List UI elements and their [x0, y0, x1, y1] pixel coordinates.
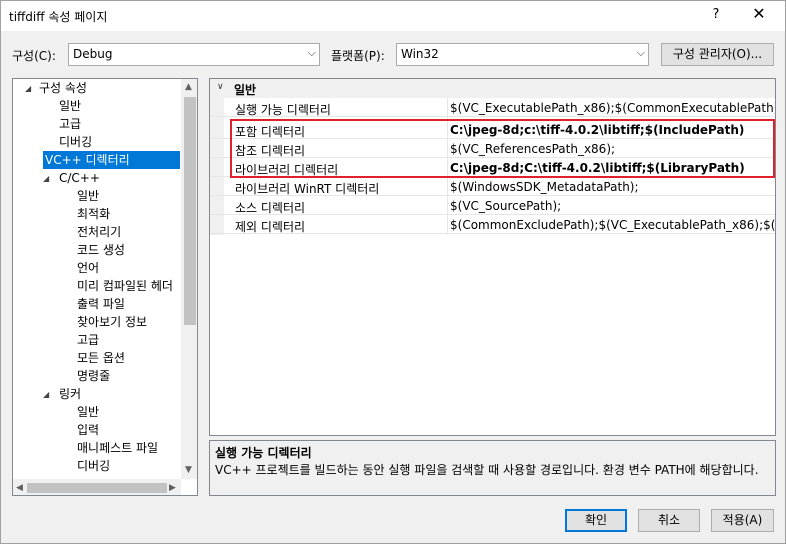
description-panel: 실행 가능 디렉터리 VC++ 프로젝트를 빌드하는 동안 실행 파일을 검색할…: [209, 440, 776, 496]
property-value[interactable]: $(VC_ExecutablePath_x86);$(CommonExecuta…: [450, 101, 775, 115]
collapse-triangle-icon[interactable]: ◢: [43, 174, 49, 183]
scroll-right-icon[interactable]: ▶: [169, 483, 176, 493]
tree-item-code-generation[interactable]: 코드 생성: [77, 241, 125, 259]
property-value[interactable]: $(WindowsSDK_MetadataPath);: [450, 180, 775, 194]
tree-item-browse-information[interactable]: 찾아보기 정보: [77, 313, 147, 331]
tree-item-linker-general[interactable]: 일반: [77, 403, 99, 421]
window-title: tiffdiff 속성 페이지: [9, 10, 108, 24]
scroll-left-icon[interactable]: ◀: [16, 483, 23, 493]
tree-item-manifest-file[interactable]: 매니페스트 파일: [77, 439, 158, 457]
chevron-down-icon: ⌵: [636, 46, 645, 59]
scroll-down-icon[interactable]: ▼: [185, 465, 192, 475]
configuration-label: 구성(C):: [12, 49, 56, 63]
tree-item-configuration-properties[interactable]: 구성 속성: [39, 79, 87, 97]
highlight-box: [230, 119, 775, 178]
tree-item-all-options[interactable]: 모든 옵션: [77, 349, 125, 367]
property-tree[interactable]: ◢ 구성 속성 일반 고급 디버깅 VC++ 디렉터리 ◢ C/C++ 일반 최…: [12, 78, 198, 496]
tree-item-optimization[interactable]: 최적화: [77, 205, 110, 223]
title-bar: tiffdiff 속성 페이지 ? ✕: [1, 1, 785, 31]
chevron-down-icon[interactable]: ∨: [217, 82, 224, 92]
collapse-triangle-icon[interactable]: ◢: [43, 390, 49, 399]
close-icon[interactable]: ✕: [747, 4, 771, 23]
tree-item-command-line[interactable]: 명령줄: [77, 367, 110, 385]
platform-value: Win32: [401, 47, 439, 61]
category-label: 일반: [234, 83, 257, 97]
apply-button[interactable]: 적용(A): [711, 509, 774, 532]
tree-item-advanced[interactable]: 고급: [59, 115, 81, 133]
horizontal-scroll-thumb[interactable]: [27, 483, 167, 493]
ok-button[interactable]: 확인: [565, 509, 627, 532]
tree-item-linker-debugging[interactable]: 디버깅: [77, 457, 110, 475]
category-header[interactable]: ∨ 일반: [210, 79, 775, 98]
property-row-source-directories[interactable]: 소스 디렉터리 $(VC_SourcePath);: [210, 196, 775, 215]
scroll-up-icon[interactable]: ▲: [185, 82, 192, 92]
platform-label: 플랫폼(P):: [331, 49, 385, 63]
property-name: 실행 가능 디렉터리: [235, 103, 331, 117]
property-row-exclude-directories[interactable]: 제외 디렉터리 $(CommonExcludePath);$(VC_Execut…: [210, 215, 775, 234]
tree-item-input[interactable]: 입력: [77, 421, 99, 439]
configuration-select[interactable]: Debug ⌵: [68, 43, 320, 66]
tree-item-preprocessor[interactable]: 전처리기: [77, 223, 121, 241]
cancel-button[interactable]: 취소: [638, 509, 700, 532]
tree-item-vc-directories[interactable]: VC++ 디렉터리: [43, 151, 180, 169]
tree-item-cpp-advanced[interactable]: 고급: [77, 331, 99, 349]
property-value[interactable]: $(VC_SourcePath);: [450, 199, 775, 213]
tree-item-output-files[interactable]: 출력 파일: [77, 295, 125, 313]
help-icon[interactable]: ?: [706, 7, 726, 22]
collapse-triangle-icon[interactable]: ◢: [25, 84, 31, 93]
chevron-down-icon: ⌵: [307, 46, 316, 59]
description-title: 실행 가능 디렉터리: [215, 446, 312, 460]
property-name: 제외 디렉터리: [235, 220, 306, 234]
vertical-scroll-thumb[interactable]: [184, 97, 196, 325]
property-name: 라이브러리 WinRT 디렉터리: [235, 182, 380, 196]
property-pages-dialog: tiffdiff 속성 페이지 ? ✕ 구성(C): Debug ⌵ 플랫폼(P…: [0, 0, 786, 544]
tree-item-general[interactable]: 일반: [59, 97, 81, 115]
property-value[interactable]: $(CommonExcludePath);$(VC_ExecutablePath…: [450, 218, 775, 232]
tree-item-c-cpp[interactable]: C/C++: [59, 169, 100, 187]
tree-item-linker[interactable]: 링커: [59, 385, 81, 403]
property-row-executable-directories[interactable]: 실행 가능 디렉터리 $(VC_ExecutablePath_x86);$(Co…: [210, 98, 775, 117]
description-text: VC++ 프로젝트를 빌드하는 동안 실행 파일을 검색할 때 사용할 경로입니…: [215, 463, 759, 477]
configuration-value: Debug: [73, 47, 113, 61]
property-grid: ∨ 일반 실행 가능 디렉터리 $(VC_ExecutablePath_x86)…: [209, 78, 776, 436]
property-name: 소스 디렉터리: [235, 201, 306, 215]
tree-item-language[interactable]: 언어: [77, 259, 99, 277]
configuration-manager-button[interactable]: 구성 관리자(O)...: [661, 43, 774, 66]
platform-select[interactable]: Win32 ⌵: [396, 43, 649, 66]
tree-item-debugging[interactable]: 디버깅: [59, 133, 92, 151]
tree-item-precompiled-headers[interactable]: 미리 컴파일된 헤더: [77, 277, 173, 295]
tree-item-cpp-general[interactable]: 일반: [77, 187, 99, 205]
property-row-winrt-library-directories[interactable]: 라이브러리 WinRT 디렉터리 $(WindowsSDK_MetadataPa…: [210, 177, 775, 196]
